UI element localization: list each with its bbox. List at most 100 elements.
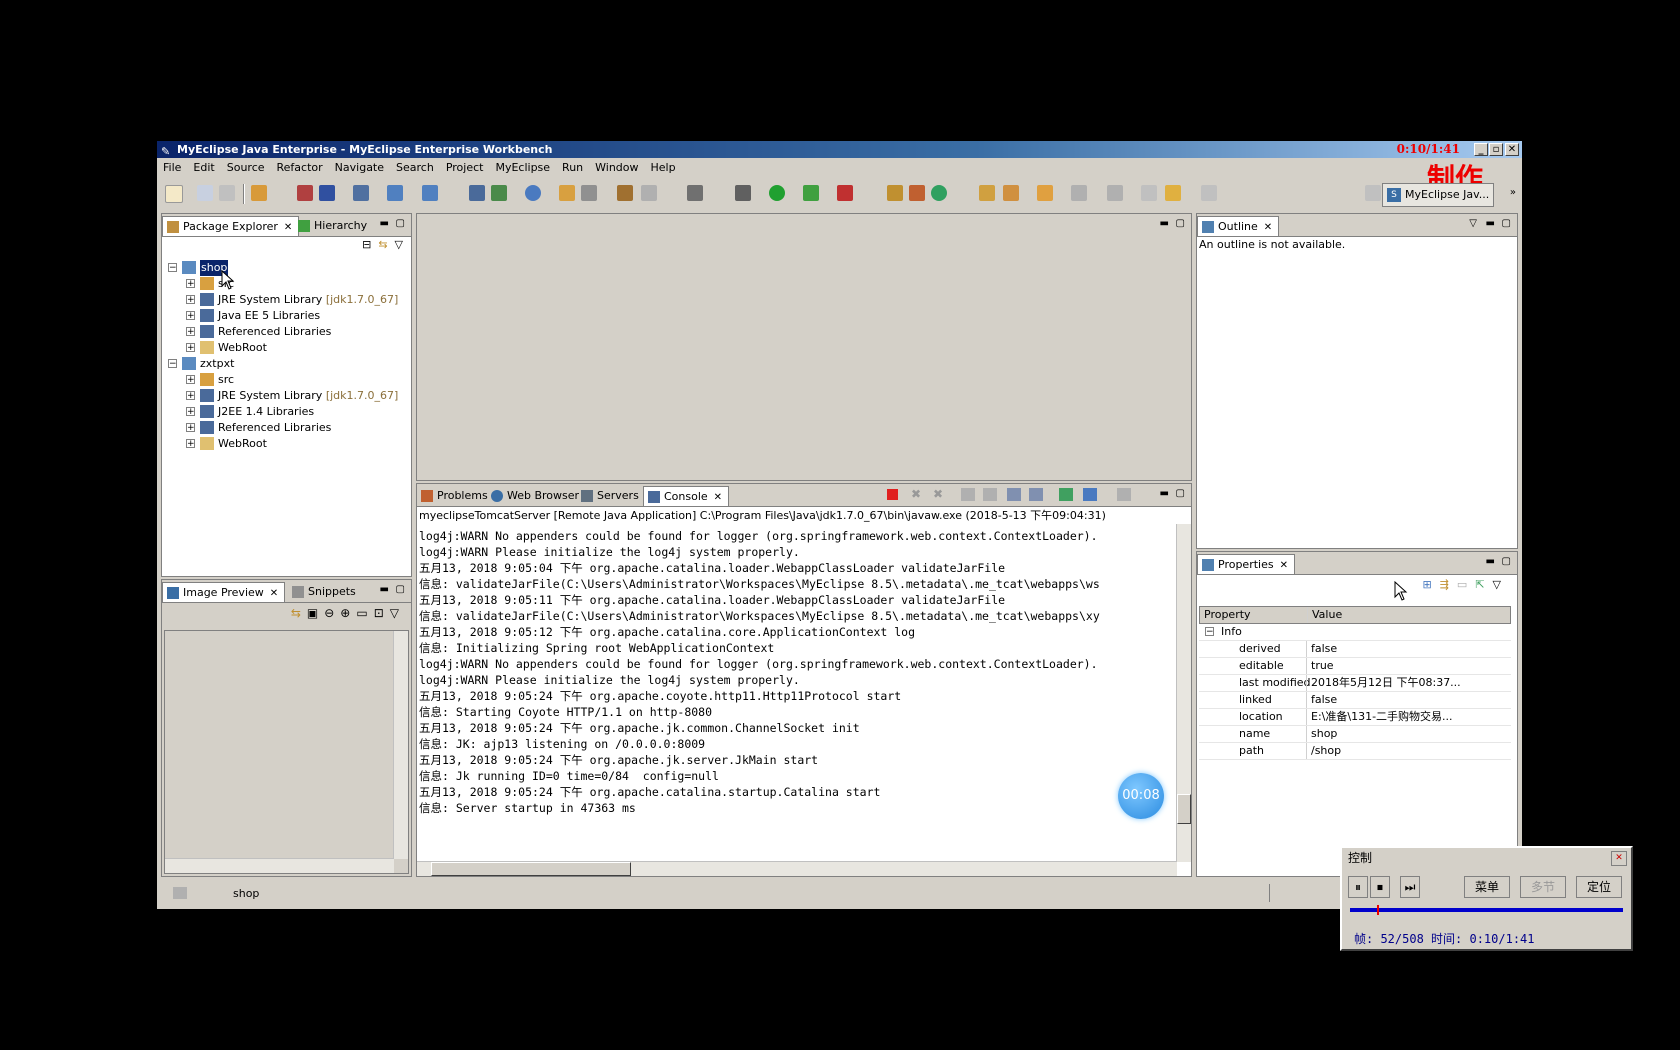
- new-package-icon[interactable]: [909, 185, 925, 201]
- sync-icon[interactable]: ⇆: [291, 606, 307, 620]
- view-menu-icon[interactable]: ▽: [390, 606, 405, 620]
- tab-problems[interactable]: Problems: [417, 486, 494, 506]
- tab-package-explorer[interactable]: Package Explorer ✕: [162, 216, 300, 236]
- tree-item-shop[interactable]: − shop: [168, 260, 388, 276]
- fast-view-icon[interactable]: [173, 887, 187, 899]
- collapse-icon[interactable]: −: [168, 263, 177, 273]
- close-icon[interactable]: ✕: [270, 588, 278, 599]
- menu-refactor[interactable]: Refactor: [271, 158, 329, 178]
- tools-icon[interactable]: [641, 185, 657, 201]
- scroll-thumb[interactable]: [1177, 794, 1191, 824]
- stop-button[interactable]: ⏹: [1370, 876, 1390, 898]
- menu-file[interactable]: File: [157, 158, 187, 178]
- zoom-out-icon[interactable]: ⊖: [324, 606, 340, 620]
- coverage-icon[interactable]: [803, 185, 819, 201]
- property-row[interactable]: editable true: [1199, 658, 1511, 675]
- console-output[interactable]: log4j:WARN No appenders could be found f…: [417, 528, 1177, 862]
- tab-properties[interactable]: Properties ✕: [1197, 554, 1295, 574]
- remove-launch-icon[interactable]: ✖: [911, 487, 921, 501]
- locate-button[interactable]: 定位: [1576, 876, 1622, 898]
- close-icon[interactable]: ✕: [1264, 222, 1272, 233]
- minimize-view-icon[interactable]: ▬: [1160, 488, 1169, 499]
- server-icon[interactable]: [353, 185, 369, 201]
- expand-icon[interactable]: +: [186, 375, 195, 385]
- menu-edit[interactable]: Edit: [187, 158, 220, 178]
- actual-size-icon[interactable]: ▭: [356, 606, 373, 620]
- remove-all-icon[interactable]: ✖: [933, 487, 943, 501]
- menu-window[interactable]: Window: [589, 158, 644, 178]
- open-folder-icon[interactable]: [559, 185, 575, 201]
- print-icon[interactable]: [219, 185, 235, 201]
- camera-icon[interactable]: [687, 185, 703, 201]
- link-editor-icon[interactable]: ⇆: [378, 238, 387, 251]
- collapse-icon[interactable]: −: [168, 359, 177, 369]
- console-horizontal-scrollbar[interactable]: [417, 861, 1177, 876]
- collapse-all-icon[interactable]: ⊟: [362, 238, 371, 251]
- close-icon[interactable]: ✕: [284, 222, 292, 233]
- close-button[interactable]: ✕: [1505, 143, 1519, 156]
- tree-item-reflibs[interactable]: + Referenced Libraries: [168, 420, 388, 436]
- tree-item-webroot[interactable]: + WebRoot: [168, 340, 388, 356]
- run-icon[interactable]: [769, 185, 785, 201]
- restore-default-icon[interactable]: ▭: [1457, 578, 1475, 591]
- tab-console[interactable]: Console ✕: [643, 486, 730, 506]
- show-categories-icon[interactable]: ⊞: [1422, 578, 1439, 591]
- expand-icon[interactable]: +: [186, 343, 195, 353]
- tab-web-browser[interactable]: Web Browser: [487, 486, 585, 506]
- tab-snippets[interactable]: Snippets: [288, 582, 362, 602]
- tab-servers[interactable]: Servers: [577, 486, 645, 506]
- next-annotation-icon[interactable]: [1071, 185, 1087, 201]
- new-icon[interactable]: [165, 185, 183, 203]
- property-group-info[interactable]: − Info: [1199, 624, 1511, 641]
- view-menu-icon[interactable]: ▽: [395, 238, 403, 251]
- tab-hierarchy[interactable]: Hierarchy: [294, 216, 373, 236]
- tree-item-j2ee[interactable]: + J2EE 1.4 Libraries: [168, 404, 388, 420]
- close-icon[interactable]: ✕: [1280, 560, 1288, 571]
- terminate-icon[interactable]: [887, 489, 898, 500]
- horizontal-scrollbar[interactable]: [165, 858, 394, 873]
- minimize-view-icon[interactable]: ▬: [1486, 218, 1495, 229]
- maximize-view-icon[interactable]: ▢: [1176, 218, 1185, 229]
- expand-icon[interactable]: +: [186, 407, 195, 417]
- vertical-scrollbar[interactable]: [393, 631, 408, 859]
- show-advanced-icon[interactable]: ⇶: [1440, 578, 1457, 591]
- menu-search[interactable]: Search: [390, 158, 440, 178]
- zoom-fit-icon[interactable]: ⊡: [374, 606, 390, 620]
- open-type-icon[interactable]: [979, 185, 995, 201]
- perspective-switcher[interactable]: S MyEclipse Jav...: [1382, 183, 1494, 207]
- recording-timer-bubble[interactable]: 00:08: [1118, 773, 1164, 819]
- menu-button[interactable]: 菜单: [1464, 876, 1510, 898]
- property-row[interactable]: last modified 2018年5月12日 下午08:37...: [1199, 675, 1511, 692]
- zoom-in-icon[interactable]: ⊕: [340, 606, 356, 620]
- pin-icon[interactable]: ⇱: [1475, 578, 1492, 591]
- fit-icon[interactable]: ▣: [307, 606, 324, 620]
- new-class-icon[interactable]: [887, 185, 903, 201]
- maximize-view-icon[interactable]: ▢: [1502, 218, 1511, 229]
- open-perspective-icon[interactable]: [1365, 185, 1381, 201]
- minimize-view-icon[interactable]: ▬: [1486, 556, 1495, 567]
- progress-marker[interactable]: [1377, 905, 1380, 915]
- expand-icon[interactable]: +: [186, 311, 195, 321]
- minimize-view-icon[interactable]: ▬: [1160, 218, 1169, 229]
- close-icon[interactable]: ✕: [1611, 851, 1627, 866]
- show-stdout-icon[interactable]: [1029, 488, 1043, 501]
- menu-project[interactable]: Project: [440, 158, 490, 178]
- browser-icon[interactable]: [491, 185, 507, 201]
- word-wrap-icon[interactable]: [1007, 488, 1021, 501]
- globe-icon[interactable]: [525, 185, 541, 201]
- forward-icon[interactable]: [1201, 185, 1217, 201]
- property-row[interactable]: location E:\准备\131-二手购物交易...: [1199, 709, 1511, 726]
- expand-icon[interactable]: +: [186, 423, 195, 433]
- minimize-view-icon[interactable]: ▬: [380, 584, 389, 595]
- expand-icon[interactable]: +: [186, 295, 195, 305]
- expand-icon[interactable]: +: [186, 439, 195, 449]
- last-edit-icon[interactable]: [1141, 185, 1157, 201]
- property-row[interactable]: linked false: [1199, 692, 1511, 709]
- db-icon[interactable]: [469, 185, 485, 201]
- property-row[interactable]: path/shop: [1199, 743, 1511, 760]
- view-menu-icon[interactable]: ▽: [1469, 218, 1477, 229]
- debug-icon[interactable]: [735, 185, 751, 201]
- maximize-view-icon[interactable]: ▢: [396, 218, 405, 229]
- search-icon[interactable]: [422, 185, 438, 201]
- scroll-lock-icon[interactable]: [983, 488, 997, 501]
